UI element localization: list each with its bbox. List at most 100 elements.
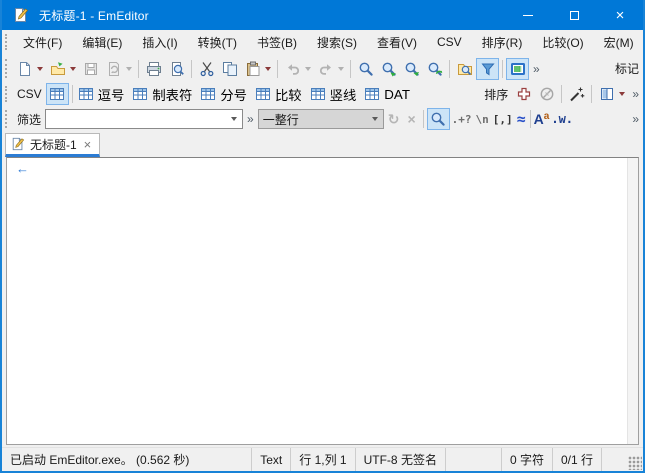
csv-mode-pipe-button[interactable]: 竖线 (308, 83, 363, 105)
status-encoding[interactable]: UTF-8 无签名 (356, 448, 446, 471)
csv-mode-label: 逗号 (94, 85, 129, 104)
fuzzy-match-toggle[interactable]: ≈ (515, 115, 527, 124)
csv-normal-mode-button[interactable] (46, 83, 69, 105)
text-editor-area[interactable]: ← (7, 158, 627, 444)
whole-word-toggle[interactable]: .w. (549, 112, 575, 126)
csv-toolbar-gripper[interactable] (5, 86, 10, 103)
csv-mode-tab-button[interactable]: 制表符 (130, 83, 198, 105)
new-file-icon (17, 61, 33, 77)
table-icon (78, 86, 94, 102)
filter-toolbar: 筛选 » 一整行 ↻ × .+? \n [,] ≈ Aa .w. » (2, 106, 643, 132)
separator (530, 110, 531, 128)
revert-button[interactable] (102, 58, 125, 80)
match-case-toggle[interactable]: Aa (534, 111, 550, 127)
filter-scope-select[interactable]: 一整行 (258, 109, 384, 129)
multi-column-sort-button[interactable] (512, 83, 535, 105)
csv-toolbar-overflow-chevron[interactable]: » (628, 87, 643, 101)
paste-button[interactable] (241, 58, 264, 80)
resize-grip[interactable] (628, 456, 642, 470)
filter-toggle-button[interactable] (476, 58, 499, 80)
find-refresh-icon (427, 61, 443, 77)
filter-combobox[interactable] (45, 109, 243, 129)
open-file-button[interactable] (46, 58, 69, 80)
redo-icon (318, 61, 334, 77)
toolbar-gripper[interactable] (5, 59, 10, 78)
status-char-count[interactable]: 0 字符 (502, 448, 553, 471)
revert-dropdown[interactable] (126, 67, 132, 71)
filter-dropdown-arrow[interactable] (226, 110, 242, 128)
tab-close-icon[interactable]: × (82, 138, 94, 151)
app-icon (13, 7, 29, 23)
menu-search[interactable]: 搜索(S) (307, 31, 367, 54)
print-button[interactable] (142, 58, 165, 80)
paste-dropdown[interactable] (265, 67, 271, 71)
menu-file[interactable]: 文件(F) (13, 31, 72, 54)
scope-dropdown-arrow[interactable] (367, 110, 383, 128)
matched-lines-button[interactable] (506, 58, 529, 80)
menu-bookmarks[interactable]: 书签(B) (247, 31, 307, 54)
plus-cross-icon (516, 86, 532, 102)
csv-mode-dat-button[interactable]: DAT (362, 83, 416, 105)
status-doc-type[interactable]: Text (252, 448, 291, 471)
status-line-count[interactable]: 0/1 行 (553, 448, 602, 471)
regex-toggle[interactable]: .+? (450, 113, 474, 126)
menu-insert[interactable]: 插入(I) (132, 31, 187, 54)
find-all-button[interactable] (423, 58, 446, 80)
toolbar-overflow-chevron[interactable]: » (529, 62, 544, 76)
find-in-files-button[interactable] (453, 58, 476, 80)
find-icon (358, 61, 374, 77)
no-sort-numbers-button[interactable] (535, 83, 558, 105)
open-file-dropdown[interactable] (70, 67, 76, 71)
magic-wand-icon (569, 86, 585, 102)
redo-dropdown[interactable] (338, 67, 344, 71)
cut-button[interactable] (195, 58, 218, 80)
separator (138, 60, 139, 78)
menu-csv[interactable]: CSV (427, 32, 472, 52)
filter-toolbar-overflow-chevron[interactable]: » (628, 112, 643, 126)
minimize-button[interactable] (505, 0, 551, 30)
filter-input[interactable] (46, 111, 226, 127)
csv-mode-compare-button[interactable]: 比较 (253, 83, 308, 105)
menu-compare[interactable]: 比较(O) (532, 31, 593, 54)
status-spacer (602, 448, 628, 471)
maximize-button[interactable] (551, 0, 597, 30)
undo-button[interactable] (281, 58, 304, 80)
tab-untitled-1[interactable]: 无标题-1 × (5, 133, 100, 157)
new-file-dropdown[interactable] (37, 67, 43, 71)
csv-mode-comma-button[interactable]: 逗号 (76, 83, 131, 105)
csv-toolbar-label: CSV (13, 87, 46, 101)
find-previous-button[interactable] (400, 58, 423, 80)
redo-button[interactable] (314, 58, 337, 80)
save-button[interactable] (79, 58, 102, 80)
status-message: 已启动 EmEditor.exe。 (0.562 秒) (2, 448, 252, 471)
csv-mode-semicolon-button[interactable]: 分号 (198, 83, 253, 105)
filter-toolbar-gripper[interactable] (5, 110, 10, 128)
save-icon (83, 61, 99, 77)
column-options-button[interactable] (595, 83, 618, 105)
magnifier-icon (430, 111, 446, 127)
new-file-button[interactable] (13, 58, 36, 80)
filter-overflow-chevron[interactable]: » (243, 112, 258, 126)
filter-clear-button[interactable]: × (403, 111, 419, 127)
menubar-gripper[interactable] (5, 34, 10, 51)
titlebar[interactable]: 无标题-1 - EmEditor × (2, 0, 643, 30)
close-button[interactable]: × (597, 0, 643, 30)
filter-highlight-button[interactable] (427, 108, 450, 130)
status-cursor-position[interactable]: 行 1,列 1 (291, 448, 355, 471)
print-preview-button[interactable] (165, 58, 188, 80)
undo-dropdown[interactable] (305, 67, 311, 71)
menu-convert[interactable]: 转换(T) (188, 31, 247, 54)
copy-button[interactable] (218, 58, 241, 80)
separated-values-toggle[interactable]: [,] (491, 113, 515, 126)
advanced-tools-button[interactable] (565, 83, 588, 105)
menu-sort[interactable]: 排序(R) (472, 31, 533, 54)
vertical-scrollbar[interactable] (627, 158, 638, 444)
menu-edit[interactable]: 编辑(E) (72, 31, 132, 54)
filter-refresh-button[interactable]: ↻ (384, 111, 404, 128)
column-options-dropdown[interactable] (619, 92, 625, 96)
find-button[interactable] (354, 58, 377, 80)
escape-sequence-toggle[interactable]: \n (474, 113, 491, 126)
find-next-button[interactable] (377, 58, 400, 80)
menu-macros[interactable]: 宏(M) (594, 31, 644, 54)
menu-view[interactable]: 查看(V) (367, 31, 427, 54)
